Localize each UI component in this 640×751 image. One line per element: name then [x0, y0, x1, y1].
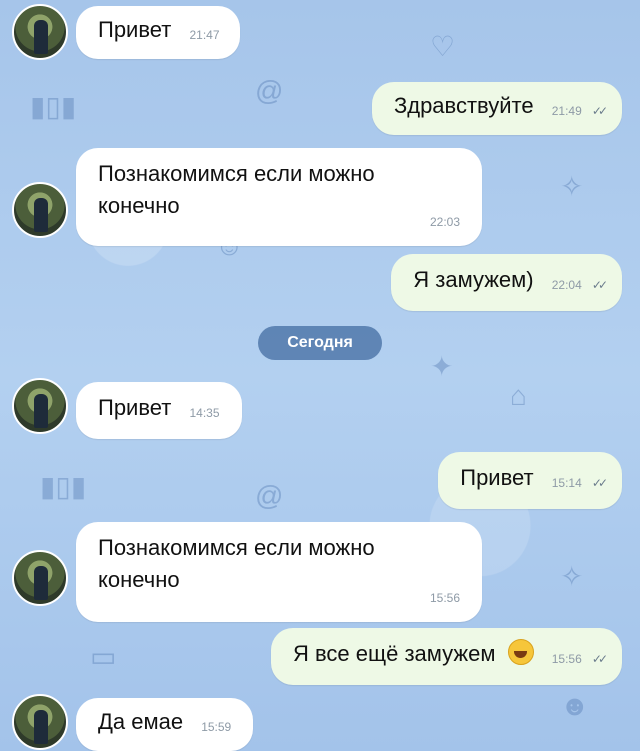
message-text: Привет — [98, 395, 172, 420]
message-text-line-1: Познакомимся если можно — [98, 535, 375, 560]
avatar-figure — [34, 20, 48, 54]
grinning-face-icon — [507, 639, 534, 665]
message-time: 22:03 — [429, 215, 460, 229]
avatar[interactable] — [12, 182, 68, 238]
message-time: 15:59 — [201, 720, 232, 734]
message-text-line-1: Познакомимся если можно — [98, 161, 375, 186]
avatar-figure — [34, 394, 48, 428]
message-text: Я замужем) — [413, 267, 534, 292]
message-incoming[interactable]: Познакомимся если можно конечно 22:03 — [76, 148, 482, 246]
tv-doodle-icon: ▭ — [90, 641, 117, 672]
cat-doodle-icon-2: ✧ — [560, 561, 584, 592]
message-time: 15:14 — [551, 476, 582, 490]
message-text-line-2: конечно — [98, 567, 180, 592]
gift-doodle-icon: ⌂ — [510, 380, 527, 411]
message-time: 21:49 — [551, 104, 582, 118]
message-text: Привет — [98, 17, 172, 42]
message-outgoing[interactable]: Я замужем) 22:04 ✓✓ — [391, 254, 622, 311]
heart-doodle-icon: ♡ — [430, 31, 456, 62]
message-outgoing[interactable]: Здравствуйте 21:49 ✓✓ — [371, 82, 622, 135]
double-check-icon: ✓✓ — [591, 278, 608, 292]
message-incoming[interactable]: Привет 14:35 — [76, 382, 242, 439]
date-divider: Сегодня — [258, 326, 382, 360]
avatar-figure — [34, 710, 48, 744]
avatar[interactable] — [12, 550, 68, 606]
double-check-icon: ✓✓ — [591, 104, 608, 118]
avatar[interactable] — [12, 694, 68, 750]
message-text: Привет — [460, 465, 534, 490]
message-incoming[interactable]: Да емае 15:59 — [76, 698, 254, 751]
double-check-icon: ✓✓ — [591, 476, 608, 490]
bar-chart-doodle-icon-2: ▮▯▮ — [40, 471, 87, 502]
message-text: Здравствуйте — [393, 93, 534, 118]
message-text-line-2: конечно — [98, 193, 180, 218]
at-sign-doodle-icon: @ — [255, 75, 284, 106]
message-time: 15:56 — [429, 591, 460, 605]
avatar[interactable] — [12, 4, 68, 60]
message-time: 21:47 — [189, 28, 220, 42]
double-check-icon: ✓✓ — [591, 652, 608, 666]
bar-chart-doodle-icon: ▮▯▮ — [30, 91, 77, 122]
message-time: 15:56 — [551, 652, 582, 666]
message-incoming[interactable]: Познакомимся если можно конечно 15:56 — [76, 522, 482, 622]
star-doodle-icon: ✦ — [430, 351, 454, 382]
avatar-figure — [34, 566, 48, 600]
frog-doodle-icon: ☻ — [560, 690, 590, 721]
message-text: Да емае — [98, 709, 184, 734]
message-text: Я все ещё замужем — [292, 641, 496, 666]
message-outgoing[interactable]: Я все ещё замужем 15:56 ✓✓ — [270, 628, 622, 685]
message-outgoing[interactable]: Привет 15:14 ✓✓ — [438, 452, 622, 509]
message-incoming[interactable]: Привет 21:47 — [76, 6, 240, 59]
cat-doodle-icon: ✧ — [560, 171, 584, 202]
avatar[interactable] — [12, 378, 68, 434]
message-time: 22:04 — [551, 278, 582, 292]
at-sign-doodle-icon-2: @ — [255, 480, 284, 511]
message-time: 14:35 — [189, 406, 220, 420]
avatar-figure — [34, 198, 48, 232]
